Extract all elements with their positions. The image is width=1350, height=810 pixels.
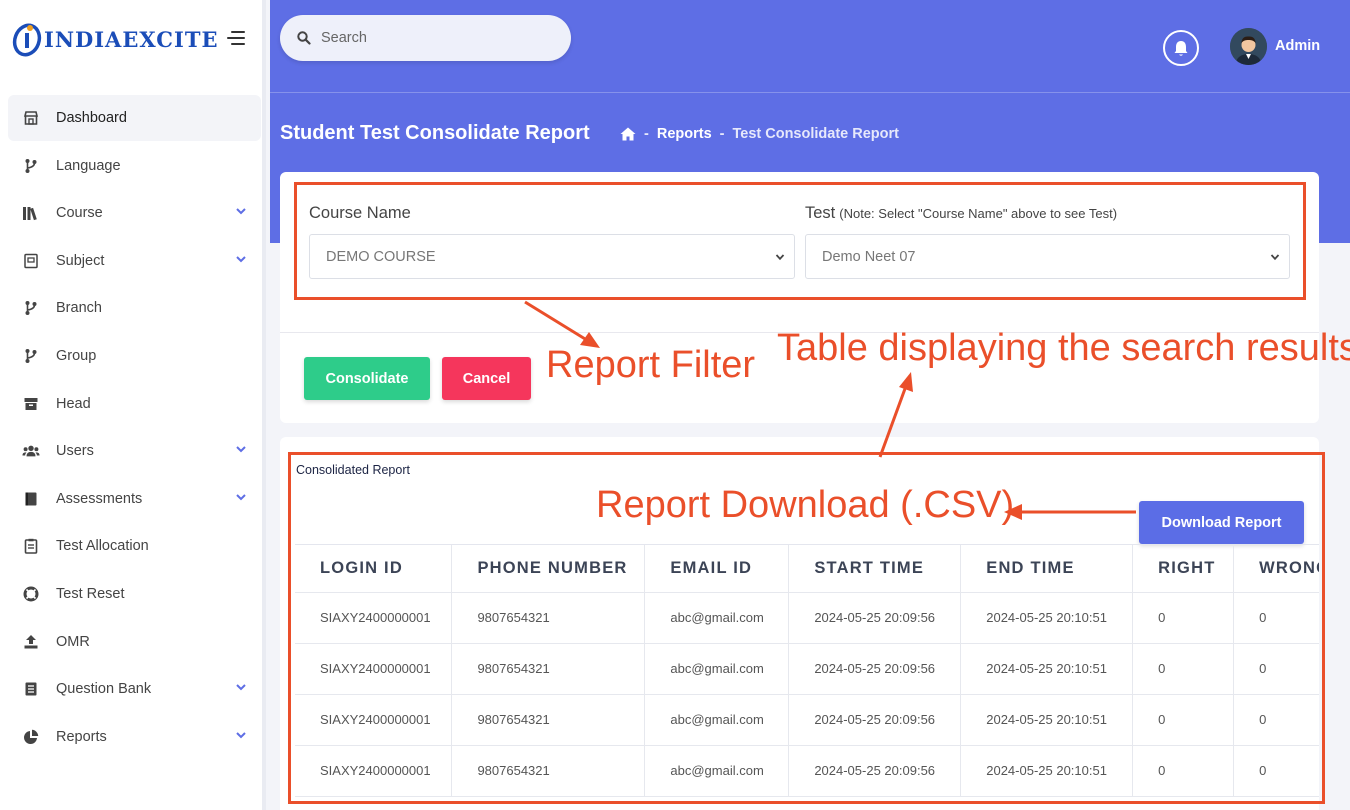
sidebar-item-reports[interactable]: Reports — [8, 714, 261, 760]
cancel-button[interactable]: Cancel — [442, 357, 531, 400]
header-divider — [270, 92, 1350, 93]
sidebar-item-label: Subject — [56, 252, 105, 269]
sidebar-item-course[interactable]: Course — [8, 190, 261, 236]
box-icon — [22, 395, 40, 413]
table-results-annotation: Table displaying the search results — [777, 327, 1350, 369]
avatar[interactable] — [1230, 28, 1267, 65]
upload-icon — [22, 633, 40, 651]
sidebar-item-question-bank[interactable]: Question Bank — [8, 666, 261, 712]
user-name[interactable]: Admin — [1275, 38, 1320, 54]
store-icon — [22, 109, 40, 127]
chevron-down-icon[interactable] — [235, 729, 247, 741]
sidebar-item-omr[interactable]: OMR — [8, 619, 261, 665]
page-title: Student Test Consolidate Report — [280, 122, 590, 144]
sidebar: INDIAEXCITE Dashboard Language Course Subje… — [0, 0, 266, 810]
chevron-down-icon[interactable] — [235, 253, 247, 265]
book-icon — [22, 252, 40, 270]
sidebar-item-test-allocation[interactable]: Test Allocation — [8, 523, 261, 569]
users-icon — [22, 442, 40, 460]
chevron-down-icon[interactable] — [235, 443, 247, 455]
sidebar-item-label: Group — [56, 347, 97, 364]
sidebar-item-label: Head — [56, 395, 91, 412]
sidebar-item-users[interactable]: Users — [8, 428, 261, 474]
sidebar-item-label: Reports — [56, 728, 107, 745]
sidebar-item-test-reset[interactable]: Test Reset — [8, 571, 261, 617]
sidebar-item-label: Language — [56, 157, 121, 174]
sidebar-item-label: Question Bank — [56, 681, 152, 698]
search-bar[interactable] — [280, 15, 571, 61]
logo-icon — [12, 23, 42, 57]
chevron-down-icon[interactable] — [235, 205, 247, 217]
list-icon — [22, 680, 40, 698]
brand-logo[interactable]: INDIAEXCITE — [12, 20, 218, 58]
sidebar-item-head[interactable]: Head — [8, 381, 261, 427]
sidebar-item-branch[interactable]: Branch — [8, 285, 261, 331]
breadcrumb-separator: - — [719, 126, 725, 142]
sidebar-item-subject[interactable]: Subject — [8, 238, 261, 284]
branch-icon — [22, 299, 40, 317]
sidebar-nav: Dashboard Language Course Subject Branch Grou… — [8, 95, 261, 761]
notification-button[interactable] — [1163, 30, 1199, 66]
breadcrumb-separator: - — [644, 126, 649, 142]
sidebar-item-label: Assessments — [56, 490, 143, 507]
pie-chart-icon — [22, 728, 40, 746]
breadcrumb: - Reports - Test Consolidate Report — [620, 126, 899, 142]
sidebar-item-label: Test Reset — [56, 585, 125, 602]
consolidate-button[interactable]: Consolidate — [304, 357, 430, 400]
branch-icon — [22, 347, 40, 365]
breadcrumb-current: Test Consolidate Report — [732, 126, 899, 142]
brand-name: INDIAEXCITE — [44, 26, 219, 52]
breadcrumb-reports[interactable]: Reports — [657, 126, 712, 142]
sidebar-item-assessments[interactable]: Assessments — [8, 476, 261, 522]
sidebar-item-label: Users — [56, 443, 94, 460]
sidebar-item-label: Dashboard — [56, 110, 127, 126]
branch-icon — [22, 157, 40, 175]
sidebar-item-label: Course — [56, 205, 103, 222]
clipboard-icon — [22, 537, 40, 555]
sidebar-item-label: Test Allocation — [56, 538, 149, 555]
notebook-icon — [22, 490, 40, 508]
search-input[interactable] — [321, 30, 541, 46]
sidebar-item-label: Branch — [56, 300, 102, 317]
report-filter-highlight — [294, 182, 1306, 300]
report-download-annotation: Report Download (.CSV) — [596, 484, 1015, 526]
menu-toggle-icon[interactable] — [227, 31, 245, 45]
chevron-down-icon[interactable] — [235, 681, 247, 693]
user-avatar-icon — [1230, 28, 1267, 65]
bell-icon — [1174, 40, 1188, 56]
lifebuoy-icon — [22, 585, 40, 603]
sidebar-item-label: OMR — [56, 633, 90, 650]
home-icon[interactable] — [620, 127, 636, 141]
sidebar-item-dashboard[interactable]: Dashboard — [8, 95, 261, 141]
chevron-down-icon[interactable] — [235, 491, 247, 503]
report-filter-annotation: Report Filter — [546, 344, 756, 386]
sidebar-item-language[interactable]: Language — [8, 143, 261, 189]
books-icon — [22, 204, 40, 222]
search-icon — [297, 31, 311, 45]
sidebar-item-group[interactable]: Group — [8, 333, 261, 379]
